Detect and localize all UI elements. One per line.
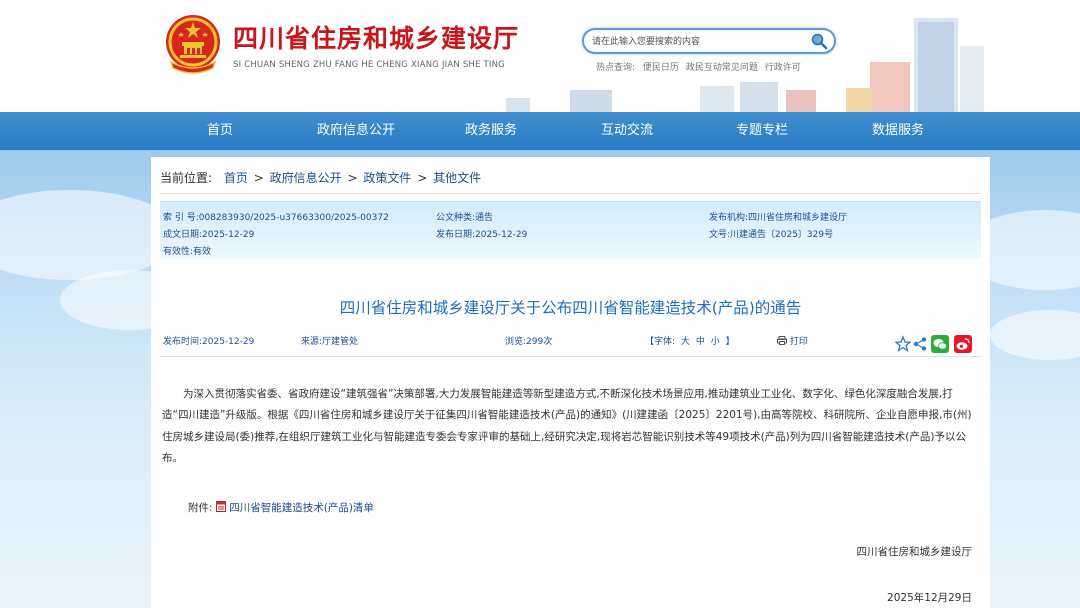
print-button[interactable]: 打印 — [777, 334, 808, 347]
breadcrumb-policy[interactable]: 政策文件 — [363, 171, 411, 185]
site-pinyin: SI CHUAN SHENG ZHU FANG HE CHENG XIANG J… — [233, 60, 505, 70]
meta-validity: 有效性:有效 — [163, 247, 212, 257]
attachment: 附件: 四川省智能建造技术(产品)清单 — [188, 500, 374, 515]
divider — [160, 193, 981, 194]
nav-item-home[interactable]: 首页 — [170, 112, 270, 150]
search-input[interactable] — [592, 34, 812, 50]
share-icon[interactable] — [911, 335, 929, 353]
favorite-star-icon[interactable] — [894, 335, 912, 353]
site-header: 四川省住房和城乡建设厅 SI CHUAN SHENG ZHU FANG HE C… — [0, 0, 1080, 112]
hot-link-calendar[interactable]: 便民日历 — [643, 63, 679, 73]
breadcrumb-separator: > — [253, 171, 264, 185]
font-large-button[interactable]: 大 — [681, 337, 690, 347]
hot-link-permit[interactable]: 行政许可 — [765, 63, 801, 73]
pdf-icon — [215, 501, 226, 512]
view-count: 浏览:299次 — [505, 337, 553, 347]
font-small-button[interactable]: 小 — [711, 337, 720, 347]
cloud-decoration — [990, 310, 1080, 360]
article-body: 为深入贯彻落实省委、省政府建设“建筑强省”决策部署,大力发展智能建造等新型建造方… — [162, 388, 972, 464]
search-icon[interactable] — [810, 32, 828, 50]
hot-label: 热点查询: — [596, 63, 636, 73]
main-nav: 首页 政府信息公开 政务服务 互动交流 专题专栏 数据服务 — [0, 112, 1080, 150]
sign-date: 2025年12月29日 — [887, 592, 972, 604]
breadcrumb-gov-info[interactable]: 政府信息公开 — [270, 171, 342, 185]
site-title: 四川省住房和城乡建设厅 — [233, 24, 520, 53]
meta-doc-no: 文号:川建通告〔2025〕329号 — [709, 230, 834, 240]
breadcrumb-home[interactable]: 首页 — [224, 171, 248, 185]
nav-item-gov-info[interactable]: 政府信息公开 — [306, 112, 406, 150]
article-source: 来源:厅建管处 — [301, 337, 359, 347]
meta-index-no: 索 引 号:008283930/2025-u37663300/2025-0037… — [163, 213, 389, 223]
print-label: 打印 — [789, 337, 808, 347]
font-medium-button[interactable]: 中 — [696, 337, 705, 347]
national-emblem-icon — [166, 15, 220, 74]
nav-item-interaction[interactable]: 互动交流 — [577, 112, 677, 150]
meta-written-date: 成文日期:2025-12-29 — [163, 230, 255, 240]
nav-item-data-service[interactable]: 数据服务 — [848, 112, 948, 150]
font-size-label: 【字体: — [645, 337, 676, 347]
breadcrumb-other[interactable]: 其他文件 — [433, 171, 481, 185]
font-size-controls: 【字体: 大 中 小 】 — [645, 334, 735, 347]
attachment-label: 附件: — [188, 502, 213, 514]
hot-links: 热点查询: 便民日历 政民互动常见问题 行政许可 — [596, 60, 805, 73]
publish-time: 发布时间:2025-12-29 — [163, 337, 255, 347]
font-size-close: 】 — [725, 337, 735, 347]
nav-item-topics[interactable]: 专题专栏 — [712, 112, 812, 150]
breadcrumb-separator: > — [417, 171, 428, 185]
nav-item-gov-service[interactable]: 政务服务 — [441, 112, 541, 150]
meta-publisher: 发布机构:四川省住房和城乡建设厅 — [709, 213, 848, 223]
meta-publish-date: 发布日期:2025-12-29 — [436, 230, 528, 240]
divider — [160, 356, 981, 357]
content-panel: 当前位置: 首页 > 政府信息公开 > 政策文件 > 其他文件 索 引 号:00… — [151, 157, 990, 608]
search-box — [582, 28, 836, 54]
signer: 四川省住房和城乡建设厅 — [856, 546, 973, 558]
meta-doc-type: 公文种类:通告 — [436, 213, 494, 223]
breadcrumb: 当前位置: 首页 > 政府信息公开 > 政策文件 > 其他文件 — [160, 169, 481, 186]
doc-meta-box: 索 引 号:008283930/2025-u37663300/2025-0037… — [160, 201, 981, 259]
page-title: 四川省住房和城乡建设厅关于公布四川省智能建造技术(产品)的通告 — [339, 299, 802, 317]
breadcrumb-label: 当前位置: — [160, 171, 213, 185]
print-icon — [777, 336, 787, 345]
wechat-icon[interactable] — [931, 335, 949, 353]
weibo-icon[interactable] — [954, 335, 972, 353]
hot-link-faq[interactable]: 政民互动常见问题 — [686, 63, 758, 73]
attachment-link[interactable]: 四川省智能建造技术(产品)清单 — [229, 502, 374, 514]
breadcrumb-separator: > — [347, 171, 358, 185]
